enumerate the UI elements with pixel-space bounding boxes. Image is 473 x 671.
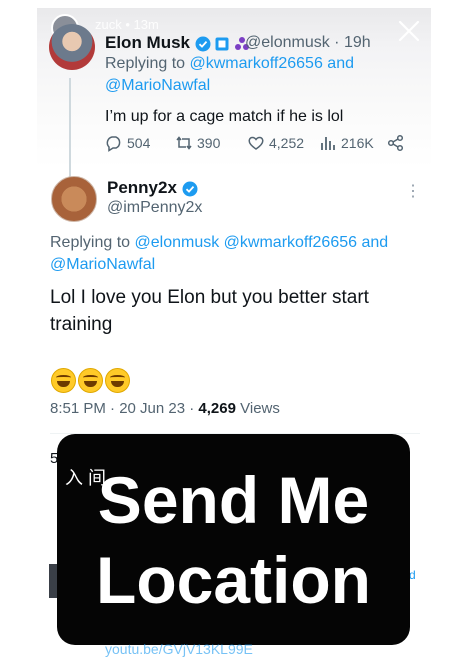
- reply-icon: [106, 136, 121, 152]
- author-handle[interactable]: @imPenny2x: [107, 199, 202, 217]
- replying-to: Replying to @elonmusk @kwmarkoff26656 an…: [50, 234, 389, 273]
- laughing-emoji-icon: [105, 368, 130, 393]
- author-handle[interactable]: @elonmusk · 19h: [245, 34, 371, 52]
- mention-link[interactable]: @elonmusk @kwmarkoff26656 and: [135, 234, 389, 251]
- retweet-icon: [176, 136, 192, 150]
- verified-badge-icon: [182, 181, 198, 197]
- replying-to: Replying to @kwmarkoff26656 and @MarioNa…: [105, 55, 354, 94]
- affiliate-badge-icon: [215, 37, 229, 51]
- close-icon[interactable]: [397, 19, 421, 43]
- like-button[interactable]: 4,252: [247, 134, 304, 152]
- story-text-sticker: Send Me Location: [57, 434, 410, 645]
- views-chart-icon: [321, 137, 335, 150]
- tweet-text: Lol I love you Elon but you better start…: [50, 287, 369, 335]
- tweet-meta: 8:51 PM · 20 Jun 23 · 4,269 Views: [50, 400, 280, 417]
- views-label: Views: [240, 400, 280, 417]
- mention-link[interactable]: @MarioNawfal: [50, 256, 155, 273]
- emoji-row: [51, 368, 130, 393]
- verified-badge-icon: [195, 36, 211, 52]
- more-options-icon[interactable]: ⋮: [405, 184, 421, 200]
- laughing-emoji-icon: [51, 368, 76, 393]
- share-button[interactable]: [387, 134, 405, 152]
- reply-button[interactable]: 504: [105, 134, 150, 152]
- heart-icon: [248, 136, 264, 150]
- partial-link: d: [409, 568, 416, 582]
- retweet-button[interactable]: 390: [175, 134, 220, 152]
- mention-link[interactable]: @kwmarkoff26656 and: [190, 55, 354, 72]
- views-count: 4,269: [198, 400, 236, 417]
- sticker-line-2: Location: [96, 543, 371, 617]
- sticker-line-1: Send Me: [97, 463, 370, 537]
- mention-link[interactable]: @MarioNawfal: [105, 77, 210, 94]
- avatar[interactable]: [51, 176, 97, 222]
- share-icon: [387, 134, 404, 152]
- author-name[interactable]: Penny2x: [107, 178, 198, 198]
- views-button[interactable]: 216K: [319, 134, 374, 152]
- laughing-emoji-icon: [78, 368, 103, 393]
- tweet-actions: 504 390 4,252 216K: [105, 134, 415, 156]
- thread-line: [69, 78, 71, 180]
- tweet-timestamp[interactable]: 8:51 PM · 20 Jun 23 ·: [50, 400, 194, 417]
- tweet-text: I’m up for a cage match if he is lol: [105, 108, 344, 125]
- avatar[interactable]: [49, 24, 95, 70]
- watermark-text: 入 间: [65, 468, 107, 488]
- story-username: zuck • 13m: [95, 17, 159, 32]
- story-card: zuck • 13m Elon Musk @elonmusk · 19h Rep…: [37, 8, 431, 663]
- partial-link[interactable]: youtu.be/GVjV13KL99E: [105, 641, 253, 657]
- author-name[interactable]: Elon Musk: [105, 33, 250, 53]
